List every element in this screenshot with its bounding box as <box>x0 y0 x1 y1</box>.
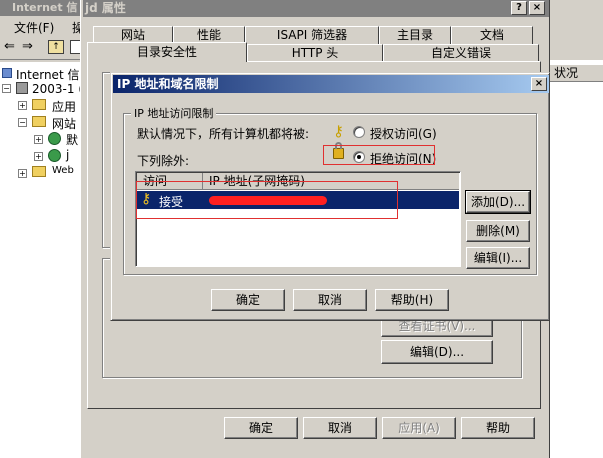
tree-expander[interactable]: + <box>34 152 43 161</box>
tree-item-default-site[interactable]: 默 <box>66 131 78 148</box>
help-title-button[interactable]: ? <box>511 1 527 15</box>
tree-item-apppools[interactable]: 应用 <box>52 98 76 115</box>
menu-file[interactable]: 文件(F) <box>14 19 54 36</box>
folder-icon <box>32 99 46 110</box>
tab-isapi-filters[interactable]: ISAPI 筛选器 <box>245 26 379 44</box>
tab-documents[interactable]: 文档 <box>451 26 533 44</box>
back-arrow-icon[interactable]: ⇐ <box>4 39 15 54</box>
add-button[interactable]: 添加(D)... <box>465 190 531 214</box>
exceptions-label: 下列除外: <box>137 154 190 168</box>
edit-button[interactable]: 编辑(I)... <box>466 247 530 269</box>
grant-access-label[interactable]: 授权访问(G) <box>370 125 437 142</box>
globe-icon <box>48 149 61 162</box>
ip-dialog-titlebar: IP 地址和域名限制 <box>113 75 549 93</box>
properties-title: jd 属性 <box>85 1 126 15</box>
tree-item-root[interactable]: Internet 信 <box>16 66 79 83</box>
properties-titlebar: jd 属性 <box>83 0 549 17</box>
background-window-menubar: 文件(F) 操 <box>0 16 90 36</box>
close-title-button[interactable]: × <box>529 1 545 15</box>
globe-icon <box>48 132 61 145</box>
tab-http-headers[interactable]: HTTP 头 <box>247 44 383 62</box>
up-folder-icon[interactable]: ↑ <box>48 40 64 54</box>
tab-custom-errors[interactable]: 自定义错误 <box>383 44 539 62</box>
edit-secure-comm-button[interactable]: 编辑(D)... <box>381 340 493 364</box>
remove-button[interactable]: 删除(M) <box>466 220 530 242</box>
key-icon: ⚷ <box>333 122 344 140</box>
tree-expander[interactable]: + <box>18 169 27 178</box>
column-header-status[interactable]: 状况 <box>549 64 603 82</box>
ip-help-button[interactable]: 帮助(H) <box>375 289 449 311</box>
tree-expander[interactable]: − <box>18 118 27 127</box>
properties-cancel-button[interactable]: 取消 <box>303 417 377 439</box>
ip-dialog-close-button[interactable]: × <box>531 77 547 91</box>
ip-ok-button[interactable]: 确定 <box>211 289 285 311</box>
grant-access-radio[interactable] <box>353 126 365 138</box>
column-header-status-label: 状况 <box>554 66 579 80</box>
background-window-toolbar: ⇐ ⇒ ↑ <box>0 36 90 60</box>
properties-apply-button[interactable]: 应用(A) <box>382 417 456 439</box>
tree-expander[interactable]: + <box>18 101 27 110</box>
tree-pane: Internet 信 − 2003-1 ( + 应用 − 网站 + 默 + j … <box>0 62 90 458</box>
folder-icon <box>32 116 46 127</box>
ip-access-group-title: IP 地址访问限制 <box>131 105 217 121</box>
annotation-deny-highlight <box>323 145 435 165</box>
annotation-entry-highlight <box>136 181 398 219</box>
background-window-titlebar: Internet 信 <box>0 0 90 16</box>
ip-cancel-button[interactable]: 取消 <box>293 289 367 311</box>
ip-restrictions-dialog: IP 地址和域名限制 × IP 地址访问限制 默认情况下，所有计算机都将被: ⚷… <box>110 72 550 321</box>
properties-help-button[interactable]: 帮助 <box>461 417 535 439</box>
ip-dialog-title: IP 地址和域名限制 <box>117 77 219 91</box>
server-icon <box>16 82 28 94</box>
tree-item-jd-site[interactable]: j <box>66 148 69 162</box>
tree-item-server[interactable]: 2003-1 ( <box>32 82 83 96</box>
background-right-pane: 状况 <box>548 60 603 458</box>
default-access-prompt: 默认情况下，所有计算机都将被: <box>137 127 310 141</box>
background-window-title: Internet 信 <box>12 1 78 14</box>
tree-expander[interactable]: + <box>34 135 43 144</box>
tree-expander[interactable]: − <box>2 84 11 93</box>
tree-item-web-extensions[interactable]: Web <box>52 165 74 176</box>
folder-icon <box>32 166 46 177</box>
forward-arrow-icon[interactable]: ⇒ <box>22 39 33 54</box>
tree-item-websites[interactable]: 网站 <box>52 115 76 132</box>
tree-root-icon <box>2 68 12 78</box>
tab-home-directory[interactable]: 主目录 <box>379 26 451 44</box>
properties-ok-button[interactable]: 确定 <box>224 417 298 439</box>
tab-directory-security[interactable]: 目录安全性 <box>87 42 247 62</box>
